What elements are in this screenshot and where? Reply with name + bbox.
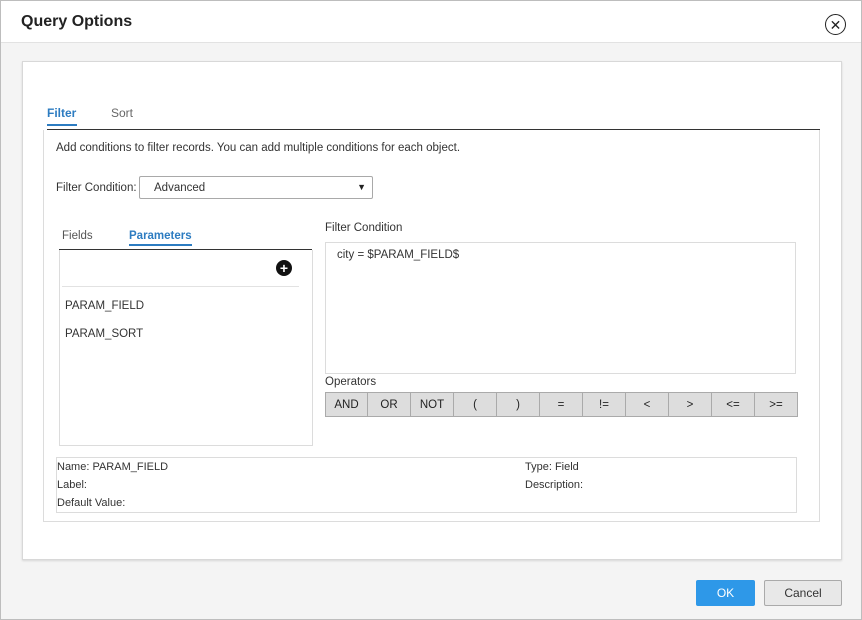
options-panel: Filter Sort Add conditions to filter rec… [22,61,842,560]
tab-parameters[interactable]: Parameters [129,230,192,246]
filter-tab-content: Add conditions to filter records. You ca… [43,130,820,522]
main-tabs: Filter Sort [47,106,820,130]
caret-down-icon: ▼ [357,182,366,192]
list-item[interactable]: PARAM_SORT [65,328,143,340]
parameter-list: + PARAM_FIELD PARAM_SORT [59,250,313,446]
close-icon[interactable]: ✕ [825,14,846,35]
dialog-header: Query Options ✕ [1,1,861,43]
query-options-dialog: Query Options ✕ Filter Sort Add conditio… [0,0,862,620]
filter-condition-area-label: Filter Condition [325,222,403,234]
tab-sort[interactable]: Sort [111,106,133,120]
detail-name: Name: PARAM_FIELD [57,461,169,473]
add-parameter-icon[interactable]: + [276,260,292,276]
operator-and-button[interactable]: AND [325,392,368,417]
operator-not-equals-button[interactable]: != [583,392,626,417]
operator-or-button[interactable]: OR [368,392,411,417]
operator-open-paren-button[interactable]: ( [454,392,497,417]
operator-close-paren-button[interactable]: ) [497,392,540,417]
operator-less-than-button[interactable]: < [626,392,669,417]
operator-equals-button[interactable]: = [540,392,583,417]
detail-description: Description: [525,479,584,491]
filter-condition-text: city = $PARAM_FIELD$ [337,249,460,261]
tab-filter[interactable]: Filter [47,106,77,126]
operator-greater-equal-button[interactable]: >= [755,392,798,417]
field-param-tabs: Fields Parameters [59,226,312,250]
filter-condition-value: Advanced [154,182,206,194]
parameter-details: Name: PARAM_FIELD Label: Default Value: … [56,457,797,513]
detail-default-value: Default Value: [57,497,126,509]
parameter-list-toolbar: + [62,250,299,287]
ok-button[interactable]: OK [696,580,755,606]
list-item[interactable]: PARAM_FIELD [65,300,144,312]
cancel-button[interactable]: Cancel [764,580,842,606]
operator-less-equal-button[interactable]: <= [712,392,755,417]
detail-label: Label: [57,479,87,491]
operator-not-button[interactable]: NOT [411,392,454,417]
operators-toolbar: AND OR NOT ( ) = != < > <= >= [325,392,798,417]
dialog-title: Query Options [21,13,133,30]
filter-description: Add conditions to filter records. You ca… [56,142,461,154]
tab-fields[interactable]: Fields [62,230,93,242]
filter-condition-textarea[interactable]: city = $PARAM_FIELD$ [325,242,796,374]
filter-condition-select[interactable]: Advanced ▼ [139,176,373,199]
operators-label: Operators [325,376,377,388]
operator-greater-than-button[interactable]: > [669,392,712,417]
filter-condition-label: Filter Condition: [56,182,137,194]
detail-type: Type: Field [525,461,579,473]
